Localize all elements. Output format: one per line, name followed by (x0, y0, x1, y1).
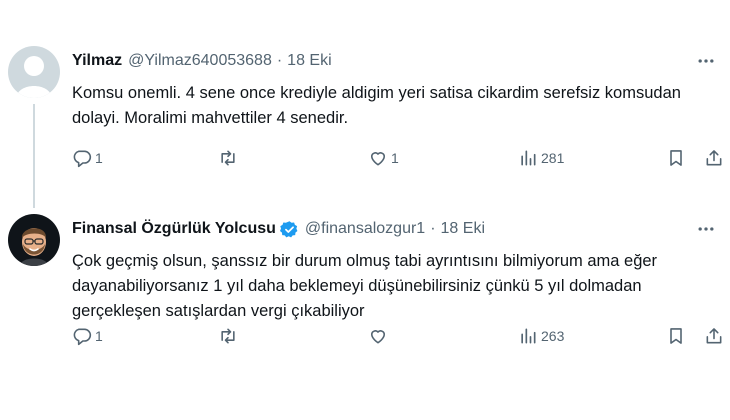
share-icon (706, 150, 722, 166)
reply-button[interactable]: 1 (72, 324, 103, 348)
views-chart-icon (521, 150, 536, 166)
reply-icon (73, 150, 92, 168)
view-count: 263 (541, 328, 565, 344)
tweet-finansal-ozgurluk[interactable]: Finansal Özgürlük Yolcusu @finansalozgur… (0, 198, 730, 368)
verified-badge-icon (279, 220, 298, 237)
views-button[interactable]: 281 (518, 146, 564, 170)
views-chart-icon (521, 328, 536, 344)
tweet-text: Komsu onemli. 4 sene once krediyle aldig… (72, 84, 681, 127)
tweet-header: Yilmaz @Yilmaz640053688 · 18 Eki (72, 50, 718, 72)
share-button[interactable] (704, 146, 724, 170)
more-icon[interactable] (694, 50, 718, 72)
reply-button[interactable]: 1 (72, 146, 103, 170)
retweet-icon (221, 150, 235, 166)
share-icon (706, 328, 722, 344)
separator-dot: · (430, 220, 436, 237)
tweet-date[interactable]: 18 Eki (441, 220, 485, 238)
bookmark-icon (670, 328, 682, 344)
tweet-date[interactable]: 18 Eki (287, 52, 331, 70)
reply-count: 1 (95, 328, 103, 344)
default-user-avatar-icon (8, 46, 60, 98)
author-handle[interactable]: @finansalozgur1 (305, 220, 425, 238)
separator-dot: · (276, 52, 283, 69)
thread-connector-line (33, 104, 35, 208)
reply-count: 1 (95, 150, 103, 166)
avatar[interactable] (8, 214, 60, 266)
bookmark-button[interactable] (666, 324, 686, 348)
memoji-avatar-icon (8, 214, 60, 266)
reply-icon (73, 328, 92, 346)
tweet-header: Finansal Özgürlük Yolcusu @finansalozgur… (72, 218, 718, 240)
bookmark-icon (670, 150, 682, 166)
tweet-actions: 1 263 (72, 324, 722, 348)
like-button[interactable] (368, 324, 391, 348)
avatar[interactable] (8, 46, 60, 98)
heart-icon (370, 330, 386, 344)
share-button[interactable] (704, 324, 724, 348)
tweet-text: Çok geçmiş olsun, şanssız bir durum olmu… (72, 252, 658, 320)
more-icon[interactable] (694, 218, 718, 240)
author-handle[interactable]: @Yilmaz640053688 (128, 52, 272, 70)
heart-icon (370, 152, 386, 166)
author-name[interactable]: Finansal Özgürlük Yolcusu (72, 220, 276, 238)
retweet-icon (221, 328, 235, 344)
like-button[interactable]: 1 (368, 146, 399, 170)
tweet-actions: 1 1 281 (72, 146, 722, 170)
view-count: 281 (541, 150, 565, 166)
bookmark-button[interactable] (666, 146, 686, 170)
retweet-button[interactable] (218, 146, 241, 170)
views-button[interactable]: 263 (518, 324, 564, 348)
author-name[interactable]: Yilmaz (72, 52, 122, 70)
retweet-button[interactable] (218, 324, 241, 348)
tweet-yilmaz[interactable]: Yilmaz @Yilmaz640053688 · 18 Eki Komsu o… (0, 30, 730, 208)
like-count: 1 (391, 150, 399, 166)
